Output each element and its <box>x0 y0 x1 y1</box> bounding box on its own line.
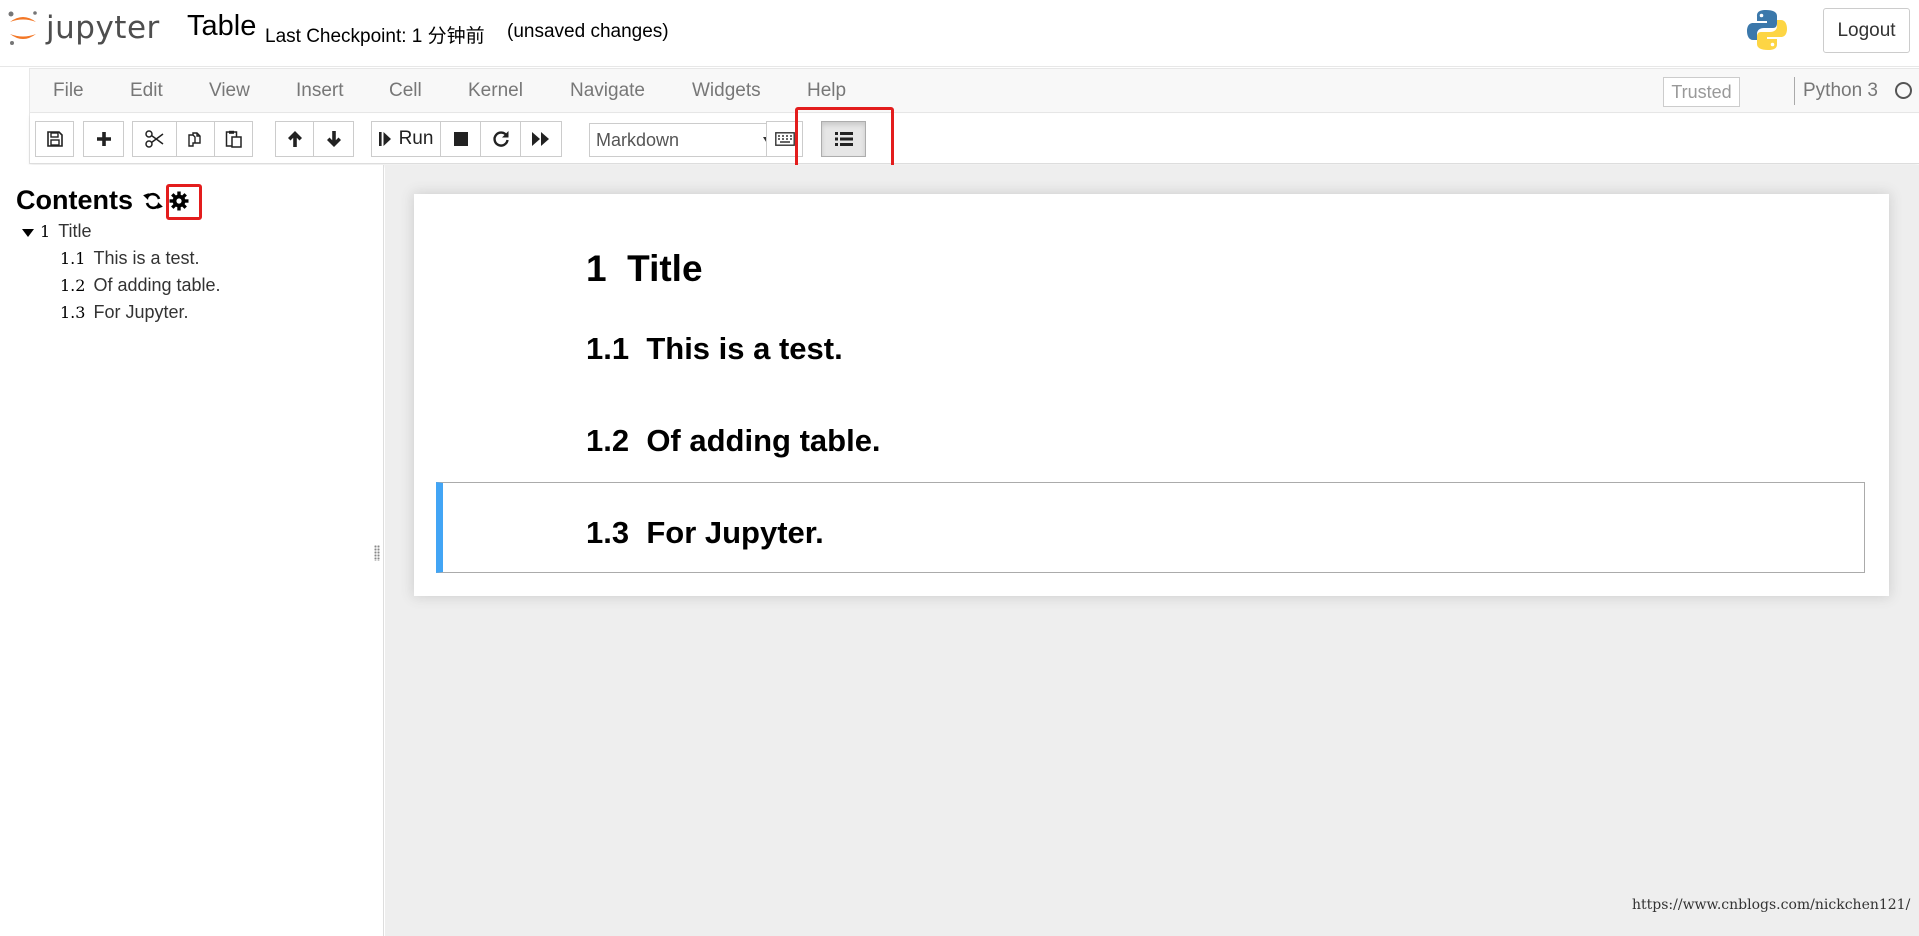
trusted-indicator[interactable]: Trusted <box>1663 77 1740 107</box>
logout-button[interactable]: Logout <box>1823 8 1910 53</box>
heading-1-3[interactable]: 1.3 For Jupyter. <box>586 515 824 551</box>
jupyter-wordmark: jupyter <box>46 10 160 46</box>
kernel-idle-icon <box>1895 82 1912 99</box>
toc-item-number: 1.2 <box>60 276 86 295</box>
checkpoint-status: Last Checkpoint: 1 分钟前 <box>265 26 485 47</box>
menu-view[interactable]: View <box>209 80 250 102</box>
python-logo-icon <box>1745 8 1789 57</box>
restart-icon <box>492 131 509 147</box>
arrow-down-icon <box>326 131 341 147</box>
restart-run-all-button[interactable] <box>520 121 562 157</box>
notebook-page: 1 Title 1.1 This is a test. 1.2 Of addin… <box>414 194 1889 596</box>
settings-highlight <box>166 184 202 220</box>
heading-1-2[interactable]: 1.2 Of adding table. <box>586 423 881 459</box>
toc-item-1[interactable]: 1 Title <box>40 221 92 242</box>
toc-item-1-2[interactable]: 1.2 Of adding table. <box>60 275 221 296</box>
menu-help[interactable]: Help <box>807 80 846 102</box>
cut-button[interactable] <box>132 121 177 157</box>
paste-button[interactable] <box>214 121 253 157</box>
toc-toggle-highlight <box>795 107 894 171</box>
toc-item-number: 1.3 <box>60 303 86 322</box>
menu-navigate[interactable]: Navigate <box>570 80 645 102</box>
menu-file[interactable]: File <box>53 80 84 102</box>
kernel-separator <box>1794 77 1795 105</box>
menu-kernel[interactable]: Kernel <box>468 80 523 102</box>
copy-button[interactable] <box>176 121 215 157</box>
heading-1-1[interactable]: 1.1 This is a test. <box>586 331 843 367</box>
cut-icon <box>144 130 163 148</box>
jupyter-logo[interactable]: jupyter <box>6 8 160 48</box>
plus-icon <box>96 132 111 146</box>
cell-type-value: Markdown <box>596 129 680 150</box>
notebook-name[interactable]: Table <box>187 10 256 43</box>
run-icon <box>378 132 391 146</box>
toc-item-label: Title <box>58 221 92 241</box>
cell-type-select[interactable]: Markdown <box>589 123 782 157</box>
insert-cell-button[interactable] <box>83 121 124 157</box>
toc-item-label: Of adding table. <box>93 275 221 295</box>
menubar-left-edge <box>0 68 30 164</box>
jupyter-logo-icon <box>8 11 37 45</box>
toc-item-number: 1.1 <box>60 249 86 268</box>
menu-cell[interactable]: Cell <box>389 80 422 102</box>
toc-item-1-3[interactable]: 1.3 For Jupyter. <box>60 302 189 323</box>
resize-handle[interactable] <box>374 545 380 561</box>
run-button[interactable]: Run <box>371 121 441 157</box>
toc-item-label: For Jupyter. <box>93 302 189 322</box>
restart-kernel-button[interactable] <box>480 121 521 157</box>
kernel-name: Python 3 <box>1803 80 1878 101</box>
toc-item-1-1[interactable]: 1.1 This is a test. <box>60 248 199 269</box>
save-icon <box>46 131 63 147</box>
menubar: File Edit View Insert Cell Kernel Naviga… <box>30 68 1919 113</box>
run-label: Run <box>398 128 434 149</box>
toc-item-label: This is a test. <box>93 248 200 268</box>
move-down-button[interactable] <box>313 121 354 157</box>
header: jupyter Table Last Checkpoint: 1 分钟前 (un… <box>0 0 1919 67</box>
toolbar: Run Markdown <box>30 114 1919 164</box>
arrow-up-icon <box>287 131 302 147</box>
menu-edit[interactable]: Edit <box>130 80 163 102</box>
toc-item-number: 1 <box>40 222 51 241</box>
heading-1[interactable]: 1 Title <box>586 248 703 290</box>
paste-icon <box>225 130 242 148</box>
menu-widgets[interactable]: Widgets <box>692 80 761 102</box>
toc-header: Contents <box>16 185 189 216</box>
notebook-area[interactable]: 1 Title 1.1 This is a test. 1.2 Of addin… <box>385 165 1919 936</box>
keyboard-icon <box>774 132 795 146</box>
interrupt-kernel-button[interactable] <box>440 121 481 157</box>
collapse-caret-icon[interactable] <box>22 229 34 237</box>
autosave-status: (unsaved changes) <box>507 21 669 42</box>
toc-sidebar: Contents 1 Title 1.1 This is a test. 1.2 Of… <box>0 165 384 936</box>
move-up-button[interactable] <box>275 121 314 157</box>
menu-insert[interactable]: Insert <box>296 80 344 102</box>
stop-icon <box>453 132 468 146</box>
save-button[interactable] <box>35 121 74 157</box>
refresh-icon[interactable] <box>143 191 163 211</box>
fast-forward-icon <box>532 132 549 146</box>
copy-icon <box>187 132 201 147</box>
watermark: https://www.cnblogs.com/nickchen121/ <box>1632 897 1911 913</box>
toc-title: Contents <box>16 185 133 215</box>
